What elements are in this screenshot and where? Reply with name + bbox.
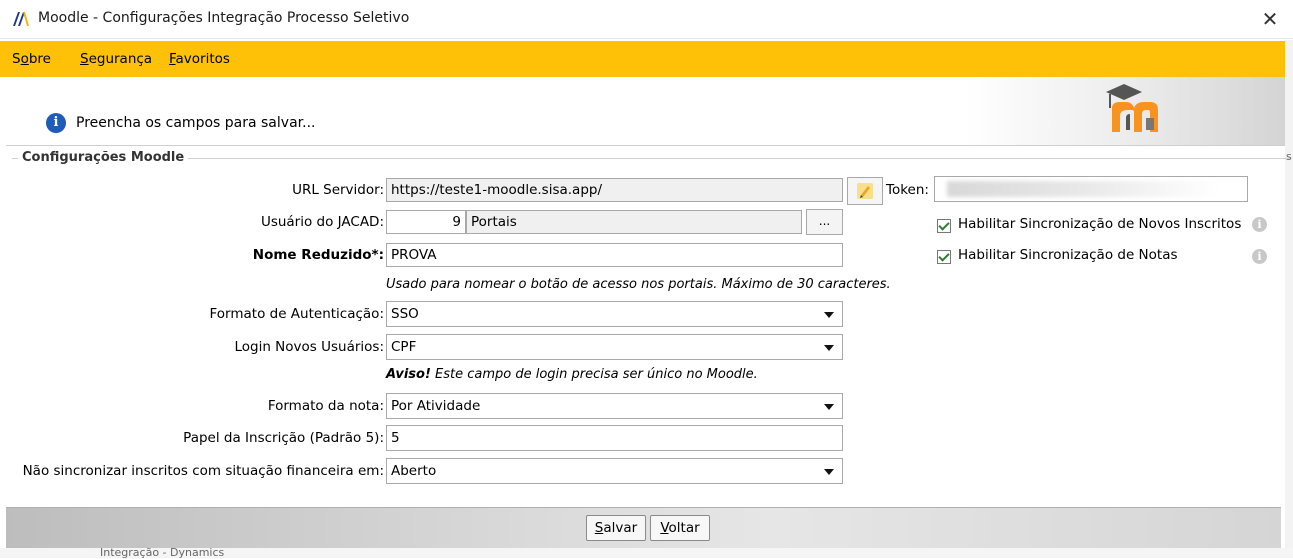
menu-item-seguranca[interactable]: Segurança: [80, 51, 152, 67]
grade-value: Por Atividade: [391, 398, 481, 414]
auth-value: SSO: [391, 306, 419, 322]
short-name-field[interactable]: PROVA: [386, 243, 843, 267]
sync-grades-checkbox[interactable]: [937, 250, 951, 264]
token-blurred: [947, 181, 1217, 197]
moodle-logo-icon: [1106, 84, 1158, 132]
menu-item-sobre[interactable]: Sobre: [12, 51, 51, 67]
login-warning-text: Este campo de login precisa ser único no…: [430, 367, 758, 382]
user-lookup-button[interactable]: ...: [806, 209, 843, 235]
sync-grades-label: Habilitar Sincronização de Notas: [958, 247, 1178, 263]
pencil-icon: [857, 183, 873, 199]
close-icon[interactable]: ✕: [1255, 4, 1285, 34]
chevron-down-icon: [824, 345, 834, 351]
url-label: URL Servidor:: [292, 182, 384, 198]
menu-item-favoritos[interactable]: Favoritos: [169, 51, 230, 67]
login-warning-bold: Aviso!: [386, 367, 431, 382]
login-value: CPF: [391, 339, 417, 355]
short-name-label: Nome Reduzido*:: [252, 247, 384, 263]
background-window-edge-text: s: [1286, 150, 1292, 163]
save-button[interactable]: Salvar: [586, 515, 646, 541]
user-id-field[interactable]: 9: [386, 210, 466, 234]
back-button[interactable]: Voltar: [650, 515, 710, 541]
login-warning: Aviso! Este campo de login precisa ser ú…: [386, 367, 758, 382]
role-label: Papel da Inscrição (Padrão 5):: [183, 430, 384, 446]
sync-new-checkbox[interactable]: [937, 219, 951, 233]
url-field[interactable]: https://teste1-moodle.sisa.app/: [386, 178, 843, 202]
finance-value: Aberto: [391, 463, 437, 479]
token-field[interactable]: [934, 176, 1248, 202]
sync-new-label: Habilitar Sincronização de Novos Inscrit…: [958, 216, 1242, 232]
short-name-hint: Usado para nomear o botão de acesso nos …: [386, 277, 891, 292]
info-panel: i Preencha os campos para salvar...: [6, 77, 1285, 146]
auth-select[interactable]: SSO: [386, 301, 843, 327]
finance-select[interactable]: Aberto: [386, 458, 843, 484]
group-title: Configurações Moodle: [18, 150, 189, 165]
window-title: Moodle - Configurações Integração Proces…: [38, 10, 410, 26]
role-field[interactable]: 5: [386, 425, 843, 451]
finance-label: Não sincronizar inscritos com situação f…: [22, 463, 384, 479]
menu-bar: Sobre Segurança Favoritos: [0, 41, 1285, 77]
login-select[interactable]: CPF: [386, 334, 843, 360]
user-name-field[interactable]: Portais: [466, 210, 802, 234]
grade-label: Formato da nota:: [267, 398, 384, 414]
sync-new-help-icon[interactable]: i: [1252, 217, 1267, 232]
background-window-edge: [1285, 40, 1293, 558]
button-bar: Salvar Voltar: [6, 507, 1281, 548]
info-message: Preencha os campos para salvar...: [76, 115, 316, 131]
login-label: Login Novos Usuários:: [234, 339, 384, 355]
sync-grades-help-icon[interactable]: i: [1252, 249, 1267, 264]
background-window-text: Integração - Dynamics: [100, 546, 225, 559]
chevron-down-icon: [824, 404, 834, 410]
token-label: Token:: [886, 182, 929, 198]
info-icon: i: [46, 113, 66, 133]
app-logo-icon: [13, 12, 29, 26]
chevron-down-icon: [824, 312, 834, 318]
grade-select[interactable]: Por Atividade: [386, 393, 843, 419]
title-bar: Moodle - Configurações Integração Proces…: [0, 0, 1293, 39]
chevron-down-icon: [824, 469, 834, 475]
user-label: Usuário do JACAD:: [260, 214, 384, 230]
group-divider: [12, 158, 1290, 159]
auth-label: Formato de Autenticação:: [209, 306, 384, 322]
edit-url-button[interactable]: [847, 177, 883, 205]
